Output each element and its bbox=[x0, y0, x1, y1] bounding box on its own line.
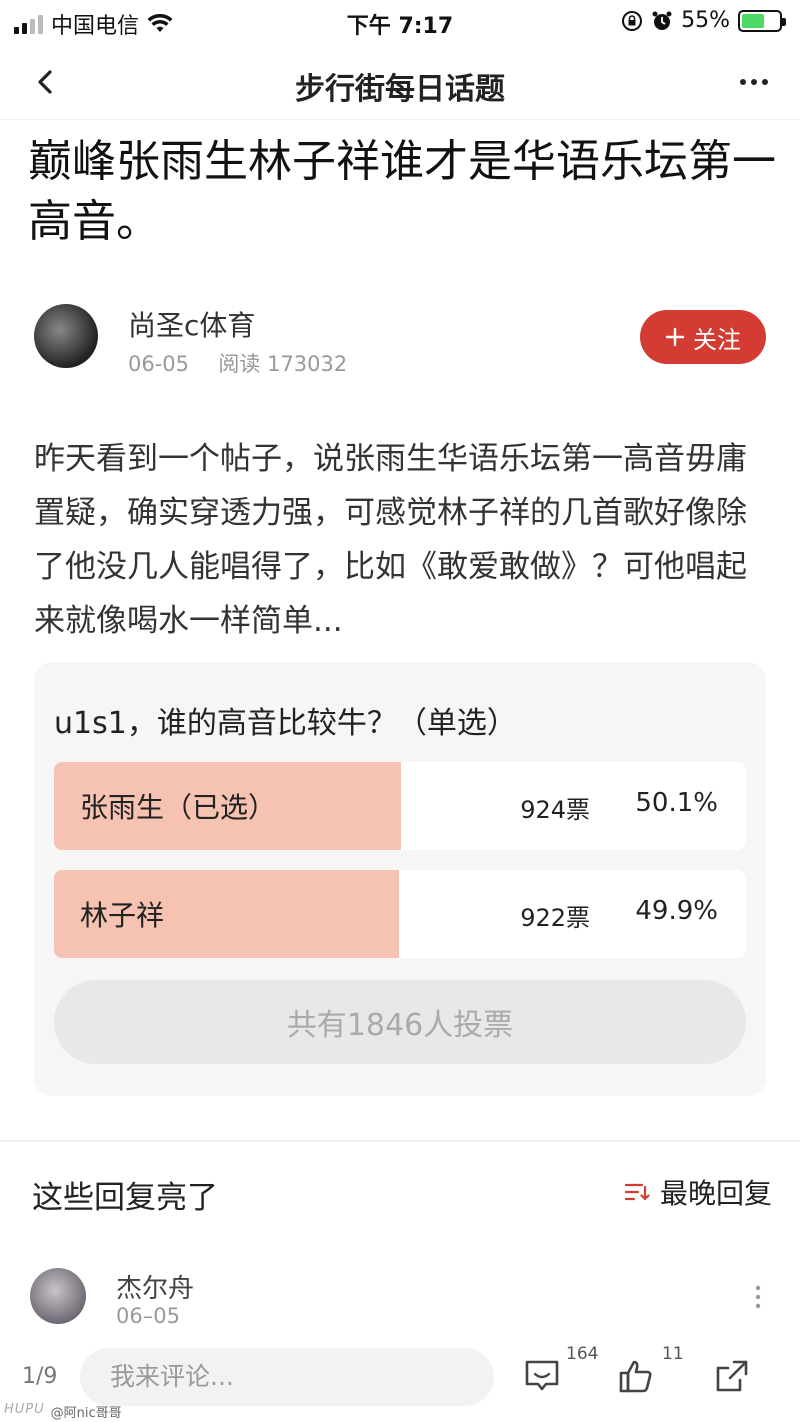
poll-option[interactable]: 张雨生（已选） 924票 50.1% bbox=[54, 762, 746, 850]
read-count: 阅读 173032 bbox=[218, 352, 348, 376]
sort-icon bbox=[624, 1183, 650, 1201]
watermark: HUPU @阿nic哥哥 bbox=[4, 1402, 122, 1421]
battery-icon bbox=[738, 9, 786, 32]
status-bar: 中国电信 下午 7:17 55% bbox=[0, 0, 800, 44]
poll-option-label: 林子祥 bbox=[80, 899, 165, 932]
commenter-name[interactable]: 杰尔舟 bbox=[116, 1268, 194, 1305]
poll-option-label: 张雨生（已选） bbox=[80, 791, 277, 824]
sort-label: 最晚回复 bbox=[659, 1177, 772, 1210]
comment-date: 06–05 bbox=[116, 1304, 180, 1328]
comment-more-icon[interactable] bbox=[748, 1282, 768, 1312]
alarm-icon bbox=[652, 11, 672, 30]
commenter-avatar[interactable] bbox=[30, 1268, 86, 1324]
poll-option[interactable]: 林子祥 922票 49.9% bbox=[54, 870, 746, 958]
page-indicator: 1/9 bbox=[22, 1364, 58, 1389]
poll-card: u1s1，谁的高音比较牛？（单选） 张雨生（已选） 924票 50.1% 林子祥… bbox=[34, 662, 766, 1096]
comment-input[interactable]: 我来评论... bbox=[80, 1348, 494, 1406]
poll-option-votes: 924票 bbox=[520, 796, 590, 824]
more-options-icon[interactable] bbox=[734, 62, 774, 102]
like-count: 11 bbox=[662, 1344, 684, 1364]
poll-total-button: 共有1846人投票 bbox=[54, 980, 746, 1064]
author-name[interactable]: 尚圣c体育 bbox=[128, 304, 255, 344]
author-avatar[interactable] bbox=[34, 304, 98, 368]
poll-option-percent: 50.1% bbox=[635, 788, 718, 818]
watermark-logo: HUPU bbox=[4, 1402, 45, 1417]
like-icon[interactable] bbox=[616, 1356, 656, 1396]
watermark-handle: @阿nic哥哥 bbox=[50, 1406, 122, 1421]
plus-icon bbox=[665, 327, 685, 347]
page-title: 步行街每日话题 bbox=[295, 72, 505, 107]
post-meta: 06-05 阅读 173032 bbox=[128, 348, 347, 378]
poll-option-percent: 49.9% bbox=[635, 896, 718, 926]
post-date: 06-05 bbox=[128, 352, 190, 376]
nav-bar: 步行街每日话题 bbox=[0, 48, 800, 120]
post-title: 巅峰张雨生林子祥谁才是华语乐坛第一高音。 bbox=[28, 136, 776, 247]
follow-label: 关注 bbox=[693, 325, 741, 354]
section-divider bbox=[0, 1140, 800, 1142]
status-right: 55% bbox=[621, 8, 786, 33]
comment-item: 杰尔舟 06–05 bbox=[0, 1262, 800, 1342]
sort-button[interactable]: 最晚回复 bbox=[624, 1172, 772, 1212]
follow-button[interactable]: 关注 bbox=[640, 310, 766, 364]
author-row: 尚圣c体育 06-05 阅读 173032 关注 bbox=[0, 300, 800, 390]
poll-option-votes: 922票 bbox=[520, 904, 590, 932]
orientation-lock-icon bbox=[622, 10, 643, 31]
comment-count: 164 bbox=[566, 1344, 599, 1364]
comment-icon[interactable] bbox=[522, 1356, 562, 1396]
battery-percentage: 55% bbox=[681, 8, 730, 33]
post-body: 昨天看到一个帖子，说张雨生华语乐坛第一高音毋庸置疑，确实穿透力强，可感觉林子祥的… bbox=[34, 441, 747, 639]
replies-heading: 这些回复亮了 bbox=[32, 1180, 218, 1216]
poll-question: u1s1，谁的高音比较牛？（单选） bbox=[54, 706, 517, 741]
share-icon[interactable] bbox=[712, 1356, 752, 1396]
